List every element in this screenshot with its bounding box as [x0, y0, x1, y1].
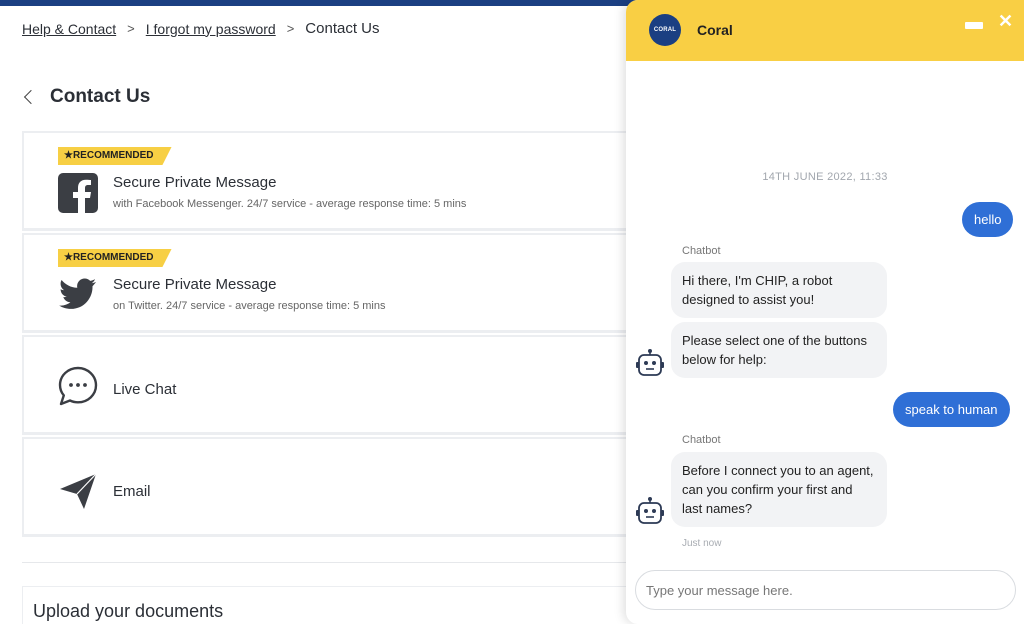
option-title: Secure Private Message	[113, 174, 277, 191]
upload-title: Upload your documents	[33, 601, 224, 621]
option-subtitle: with Facebook Messenger. 24/7 service - …	[113, 198, 467, 210]
robot-avatar-icon	[636, 349, 664, 376]
bot-sender-label: Chatbot	[682, 245, 721, 257]
section-divider	[22, 562, 642, 563]
option-title: Email	[113, 483, 151, 500]
bot-message: Please select one of the buttons below f…	[671, 322, 887, 378]
contact-page: Help & Contact > I forgot my password > …	[0, 0, 1024, 624]
logo-text: CORAL	[653, 27, 677, 33]
option-title: Secure Private Message	[113, 276, 277, 293]
facebook-icon	[58, 173, 98, 213]
option-title: Live Chat	[113, 381, 177, 398]
chat-header: CORAL Coral ✕	[626, 0, 1024, 61]
robot-avatar-icon	[636, 497, 664, 524]
bot-message: Before I connect you to an agent, can yo…	[671, 452, 887, 527]
chat-brand-name: Coral	[697, 22, 733, 38]
twitter-icon	[59, 278, 96, 309]
chat-message-input[interactable]	[635, 570, 1016, 610]
chat-date: 14TH JUNE 2022, 11:33	[762, 171, 888, 183]
upload-documents-section[interactable]: Upload your documents	[22, 586, 642, 624]
user-message: hello	[962, 202, 1014, 237]
contact-option-email[interactable]: Email	[22, 437, 682, 537]
option-subtitle: on Twitter. 24/7 service - average respo…	[113, 300, 386, 312]
recommended-badge: ★RECOMMENDED	[58, 147, 172, 165]
contact-option-twitter[interactable]: ★RECOMMENDED Secure Private Message on T…	[22, 233, 682, 333]
page-title: Contact Us	[50, 86, 151, 107]
paper-plane-icon	[60, 473, 97, 509]
bot-sender-label: Chatbot	[682, 434, 721, 446]
back-chevron-icon[interactable]	[23, 89, 39, 105]
contact-option-live-chat[interactable]: Live Chat	[22, 335, 682, 435]
breadcrumb-forgot-password[interactable]: I forgot my password	[146, 21, 276, 37]
close-icon[interactable]: ✕	[998, 11, 1013, 32]
message-timestamp: Just now	[682, 538, 722, 549]
recommended-badge: ★RECOMMENDED	[58, 249, 172, 267]
contact-options: ★RECOMMENDED Secure Private Message with…	[22, 131, 682, 539]
contact-option-facebook[interactable]: ★RECOMMENDED Secure Private Message with…	[22, 131, 682, 231]
breadcrumb-current: Contact Us	[305, 20, 380, 37]
coral-logo: CORAL	[649, 14, 681, 46]
chat-widget: CORAL Coral ✕ 14TH JUNE 2022, 11:33 hell…	[626, 0, 1024, 624]
bot-message: Hi there, I'm CHIP, a robot designed to …	[671, 262, 887, 318]
breadcrumb-help-contact[interactable]: Help & Contact	[22, 21, 116, 37]
chat-bubble-icon	[58, 366, 98, 406]
page-title-row: Contact Us	[22, 86, 150, 108]
chevron-right-icon: >	[286, 21, 295, 36]
minimize-icon[interactable]	[965, 22, 983, 29]
breadcrumb: Help & Contact > I forgot my password > …	[22, 20, 380, 37]
chevron-right-icon: >	[127, 21, 135, 36]
user-message: speak to human	[893, 392, 1010, 427]
